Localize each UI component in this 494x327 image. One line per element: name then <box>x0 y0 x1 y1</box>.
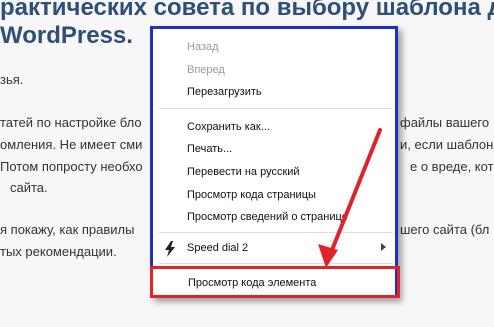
menu-item-reload[interactable]: Перезагрузить <box>187 86 262 98</box>
menu-item-print[interactable]: Печать... <box>187 143 232 155</box>
article-title-line1: рактических совета по выбору шаблона д <box>0 0 494 21</box>
menu-item-speed-dial[interactable]: Speed dial 2 <box>187 242 248 254</box>
article-text: татей по настройке бло <box>0 115 142 130</box>
menu-item-view-source[interactable]: Просмотр кода страницы <box>187 189 316 201</box>
menu-item-inspect-element[interactable]: Просмотр кода элемента <box>188 277 316 289</box>
menu-item-back[interactable]: Назад <box>187 41 219 53</box>
article-text: файлы вашего <box>400 115 490 130</box>
context-menu: Назад Вперед Перезагрузить Сохранить как… <box>150 26 398 298</box>
menu-separator <box>159 108 393 109</box>
menu-item-forward[interactable]: Вперед <box>187 64 225 76</box>
article-title-line2: WordPress. <box>0 22 133 49</box>
article-text: тых рекомендации. <box>0 244 117 259</box>
article-text: зья. <box>0 72 24 87</box>
menu-separator <box>159 263 393 264</box>
article-text: омления. Не имеет сми <box>0 137 143 152</box>
menu-item-translate[interactable]: Перевести на русский <box>187 166 300 178</box>
article-text: сайта. <box>10 180 48 195</box>
submenu-arrow-icon <box>381 243 386 251</box>
menu-item-page-info[interactable]: Просмотр сведений о странице <box>187 211 348 223</box>
menu-separator <box>159 232 393 233</box>
article-text: Потом попросту необхо <box>0 159 143 174</box>
menu-item-save-as[interactable]: Сохранить как... <box>187 121 270 133</box>
article-text: и, если шаблон <box>400 137 494 152</box>
article-text: шего сайта (бл <box>400 222 490 237</box>
lightning-icon <box>165 241 175 257</box>
article-text: я покажу, как правилы <box>0 222 135 237</box>
article-text: е о вреде, кот <box>410 159 494 174</box>
